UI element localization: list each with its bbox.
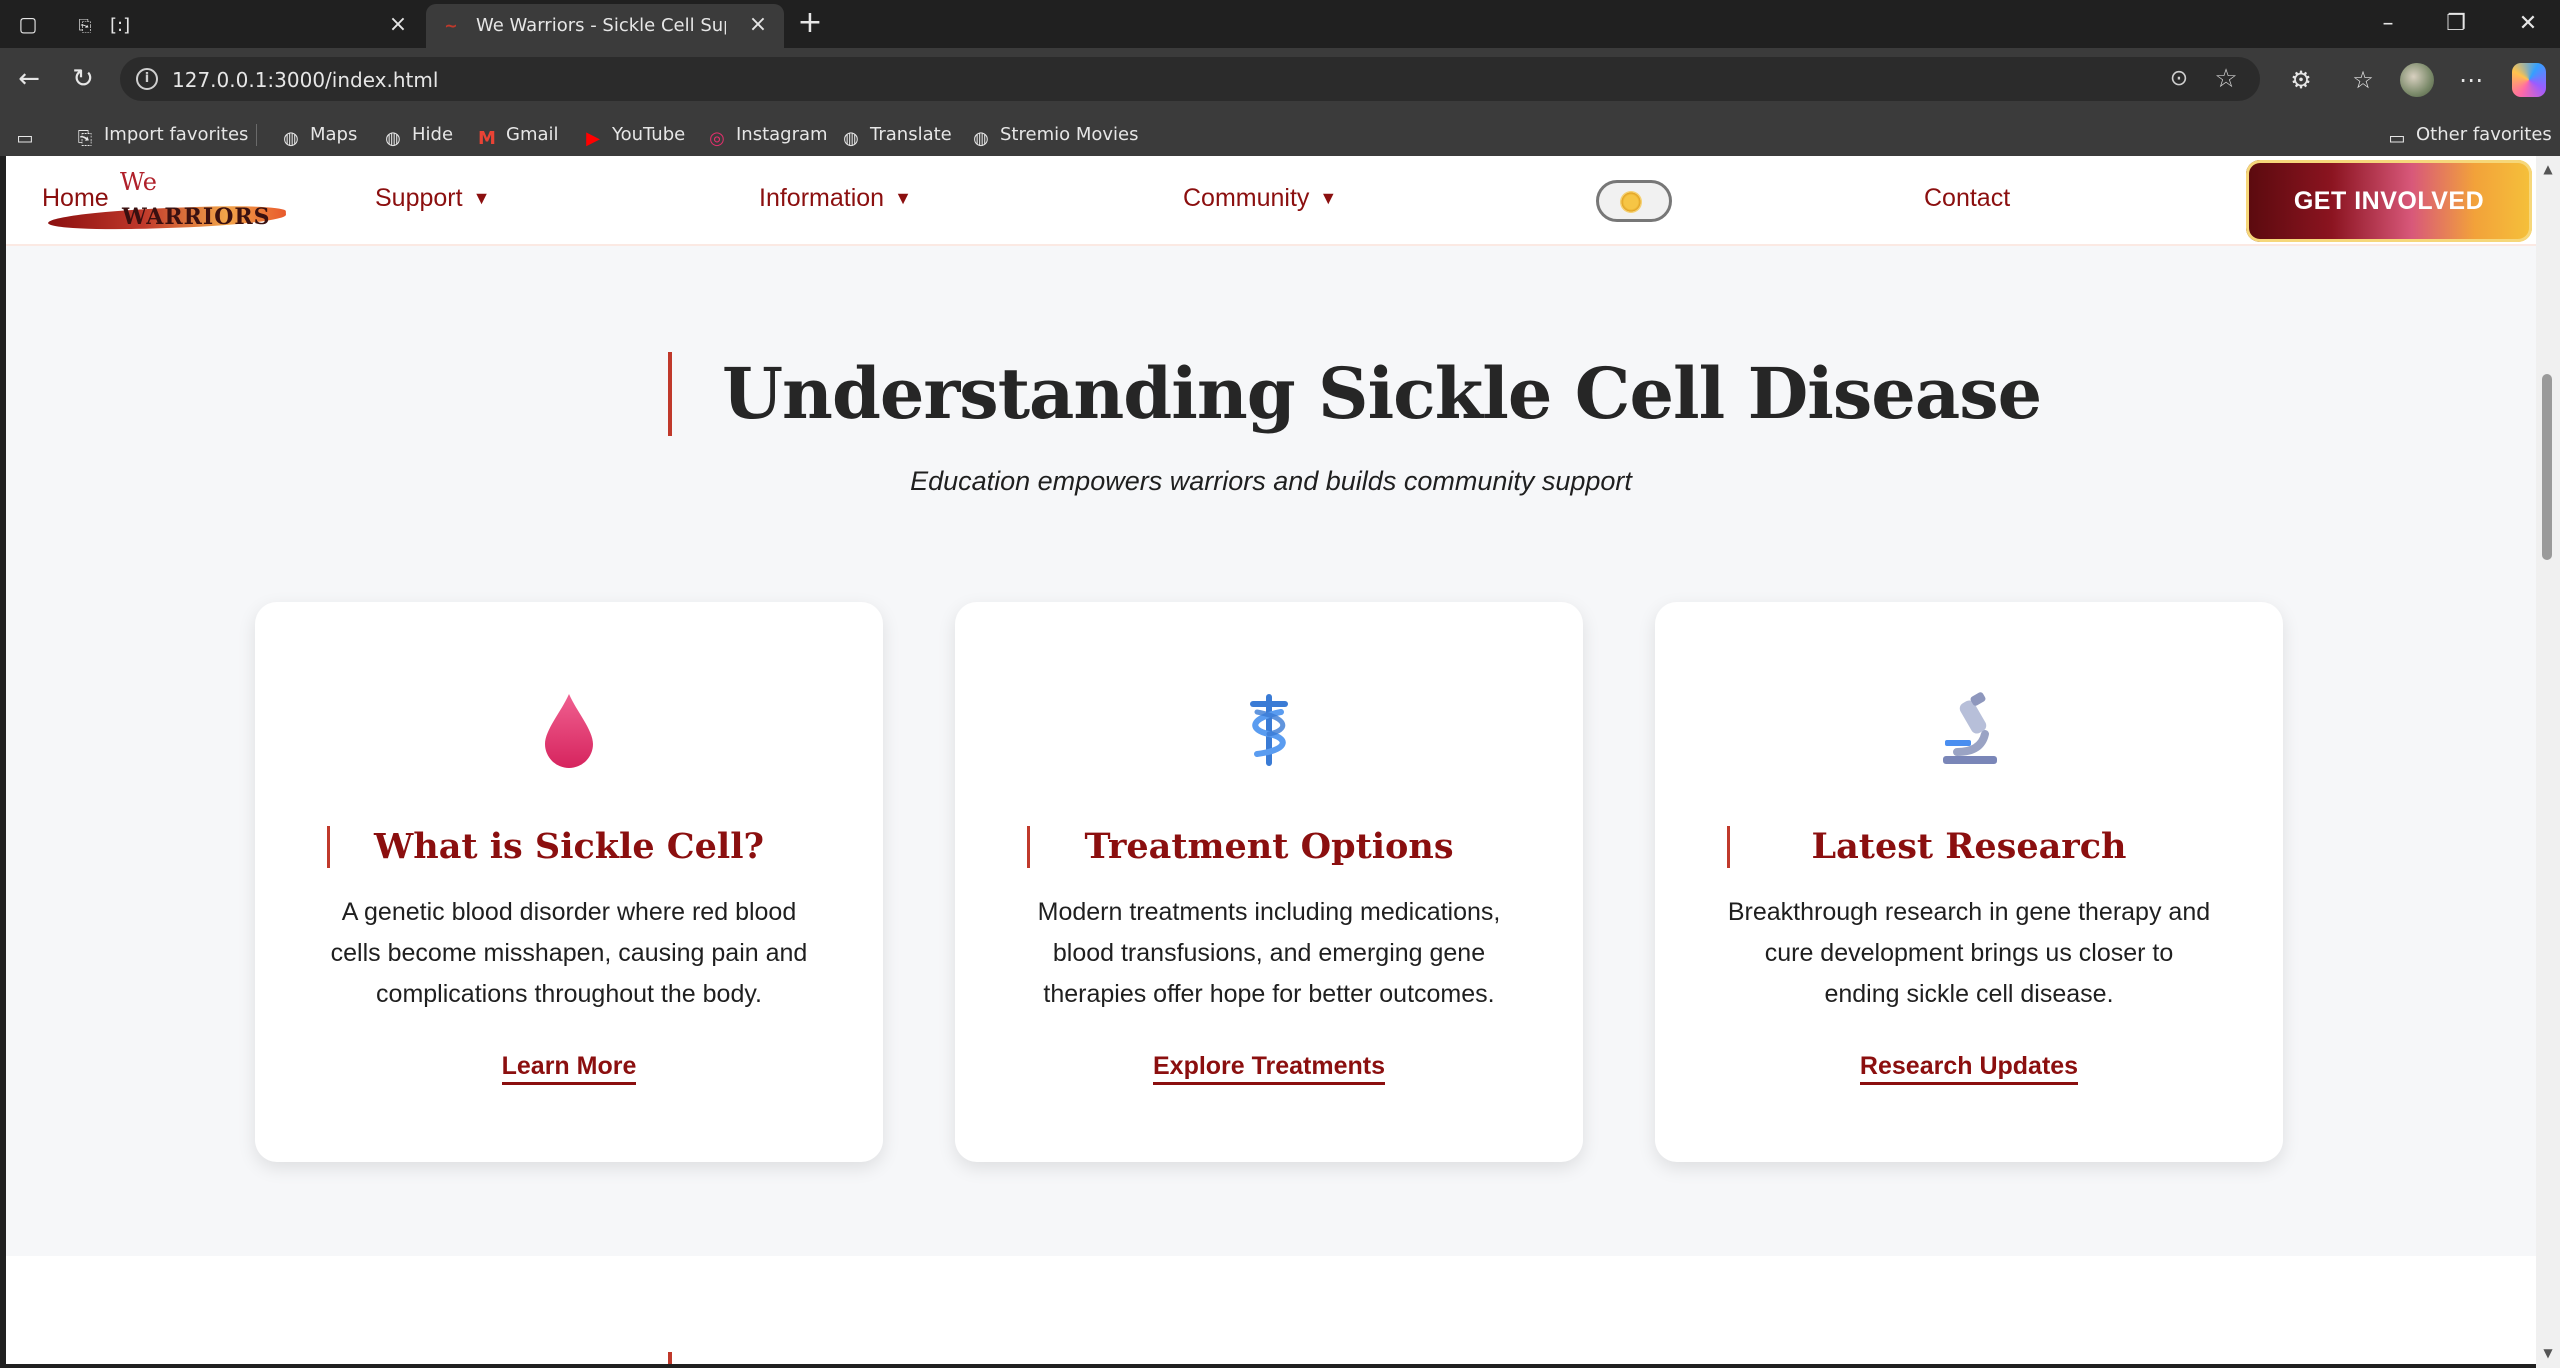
get-involved-button[interactable]: GET INVOLVED bbox=[2246, 160, 2532, 242]
page-scrollbar[interactable]: ▲ ▼ bbox=[2536, 156, 2560, 1368]
other-favorites[interactable]: ▭ Other favorites bbox=[2386, 122, 2551, 149]
close-tab-icon[interactable]: × bbox=[746, 13, 770, 37]
favorite-star-icon[interactable]: ☆ bbox=[2212, 65, 2240, 93]
copilot-icon[interactable] bbox=[2512, 63, 2546, 97]
nav-information-menu[interactable]: Information ▼ bbox=[759, 184, 912, 213]
browser-tab-1[interactable]: ⎘ [:] × bbox=[60, 4, 424, 48]
browser-tab-2[interactable]: ~ We Warriors - Sickle Cell Support × bbox=[426, 4, 784, 48]
nav-home-link[interactable]: Home bbox=[42, 184, 109, 213]
tab-title: [:] bbox=[110, 15, 131, 36]
globe-icon: ◍ bbox=[843, 128, 859, 149]
tab-title: We Warriors - Sickle Cell Support bbox=[476, 15, 726, 36]
page-viewport: We WARRIORS Home Support ▼ Information ▼ C… bbox=[6, 156, 2536, 1364]
globe-icon: ◍ bbox=[973, 128, 989, 149]
card-title: Treatment Options bbox=[1084, 826, 1454, 867]
site-favicon-icon: ~ bbox=[444, 16, 458, 35]
gmail-icon: M bbox=[478, 128, 496, 149]
site-navbar: We WARRIORS Home Support ▼ Information ▼ C… bbox=[6, 156, 2536, 246]
favorite-instagram[interactable]: ◎ Instagram bbox=[706, 122, 827, 149]
card-description: A genetic blood disorder where red blood… bbox=[330, 898, 808, 1008]
title-accent-bar bbox=[668, 352, 672, 436]
favorites-icon[interactable]: ☆ bbox=[2348, 65, 2378, 95]
favorite-youtube[interactable]: ▶ YouTube bbox=[582, 122, 685, 149]
favorites-bar-icon[interactable]: ▭ bbox=[14, 122, 44, 149]
more-menu-icon[interactable]: ⋯ bbox=[2456, 65, 2486, 95]
tab-actions-icon[interactable]: ▢ bbox=[16, 12, 40, 36]
favorite-translate[interactable]: ◍ Translate bbox=[840, 122, 952, 149]
section-title: Understanding Sickle Cell Disease bbox=[722, 352, 2042, 435]
import-icon: ⎘ bbox=[77, 128, 93, 149]
favorite-hide[interactable]: ◍ Hide bbox=[382, 122, 453, 149]
card-title: Latest Research bbox=[1811, 826, 2127, 867]
caret-down-icon: ▼ bbox=[1319, 188, 1338, 208]
nav-contact-link[interactable]: Contact bbox=[1924, 184, 2010, 213]
logo-we: We bbox=[120, 168, 157, 196]
medical-symbol-icon bbox=[955, 690, 1583, 770]
research-updates-link[interactable]: Research Updates bbox=[1859, 1052, 2079, 1085]
microscope-icon bbox=[1655, 690, 2283, 770]
close-tab-icon[interactable]: × bbox=[386, 13, 410, 37]
nav-community-menu[interactable]: Community ▼ bbox=[1183, 184, 1337, 213]
scrollbar-thumb[interactable] bbox=[2542, 374, 2552, 560]
favorite-stremio[interactable]: ◍ Stremio Movies bbox=[970, 122, 1138, 149]
card-description: Modern treatments including medications,… bbox=[1037, 898, 1501, 1008]
nav-support-menu[interactable]: Support ▼ bbox=[375, 184, 490, 213]
caret-down-icon: ▼ bbox=[894, 188, 912, 208]
site-info-icon[interactable]: i bbox=[136, 68, 158, 90]
close-window-icon[interactable]: ✕ bbox=[2514, 10, 2542, 38]
back-arrow-icon[interactable]: ← bbox=[14, 64, 44, 94]
caret-down-icon: ▼ bbox=[472, 188, 491, 208]
folder-icon: ▭ bbox=[2388, 128, 2406, 149]
favorite-maps[interactable]: ◍ Maps bbox=[280, 122, 357, 149]
reader-mode-icon[interactable]: ⊙ bbox=[2166, 66, 2192, 92]
blood-drop-icon bbox=[255, 690, 883, 770]
nav-community-label: Community bbox=[1183, 184, 1310, 212]
extensions-icon[interactable]: ⚙ bbox=[2286, 65, 2316, 95]
nav-information-label: Information bbox=[759, 184, 885, 212]
new-tab-icon[interactable]: + bbox=[795, 8, 825, 39]
info-card-sickle-cell: What is Sickle Cell? A genetic blood dis… bbox=[255, 602, 883, 1162]
url-field[interactable]: i 127.0.0.1:3000/index.html ⊙ ☆ bbox=[120, 57, 2260, 101]
restore-icon[interactable]: ❐ bbox=[2442, 10, 2470, 38]
favorite-import[interactable]: ⎘ Import favorites bbox=[74, 122, 249, 149]
info-card-treatment: Treatment Options Modern treatments incl… bbox=[955, 602, 1583, 1162]
section-subtitle: Education empowers warriors and builds c… bbox=[910, 466, 1632, 496]
scroll-down-icon[interactable]: ▼ bbox=[2541, 1346, 2555, 1360]
refresh-icon[interactable]: ↻ bbox=[68, 64, 98, 94]
instagram-icon: ◎ bbox=[709, 128, 725, 149]
file-icon: ⎘ bbox=[78, 16, 92, 35]
logo-wordmark: WARRIORS bbox=[122, 204, 271, 230]
card-title: What is Sickle Cell? bbox=[373, 826, 765, 867]
nav-support-label: Support bbox=[375, 184, 463, 212]
address-bar-row: ← ↻ i 127.0.0.1:3000/index.html ⊙ ☆ ⚙ ☆ … bbox=[0, 48, 2560, 114]
sun-icon bbox=[1620, 191, 1642, 213]
globe-icon: ◍ bbox=[283, 128, 299, 149]
next-section bbox=[6, 1256, 2536, 1364]
globe-icon: ◍ bbox=[385, 128, 401, 149]
favorites-bar: ▭ ⎘ Import favorites ◍ Maps ◍ Hide M Gmail ▶… bbox=[0, 114, 2560, 156]
card-description: Breakthrough research in gene therapy an… bbox=[1727, 898, 2211, 1008]
youtube-icon: ▶ bbox=[586, 128, 600, 149]
url-text[interactable]: 127.0.0.1:3000/index.html bbox=[172, 68, 438, 92]
scroll-up-icon[interactable]: ▲ bbox=[2541, 162, 2555, 176]
learn-more-link[interactable]: Learn More bbox=[501, 1052, 637, 1085]
favorites-divider bbox=[256, 124, 257, 146]
title-accent-bar bbox=[668, 1352, 672, 1364]
browser-tab-bar: ▢ ⎘ [:] × ~ We Warriors - Sickle Cell Su… bbox=[0, 0, 2560, 48]
minimize-icon[interactable]: – bbox=[2374, 10, 2402, 38]
profile-avatar[interactable] bbox=[2400, 63, 2434, 97]
theme-toggle[interactable] bbox=[1596, 180, 1672, 222]
explore-treatments-link[interactable]: Explore Treatments bbox=[1152, 1052, 1386, 1085]
info-card-research: Latest Research Breakthrough research in… bbox=[1655, 602, 2283, 1162]
favorite-gmail[interactable]: M Gmail bbox=[476, 122, 558, 149]
